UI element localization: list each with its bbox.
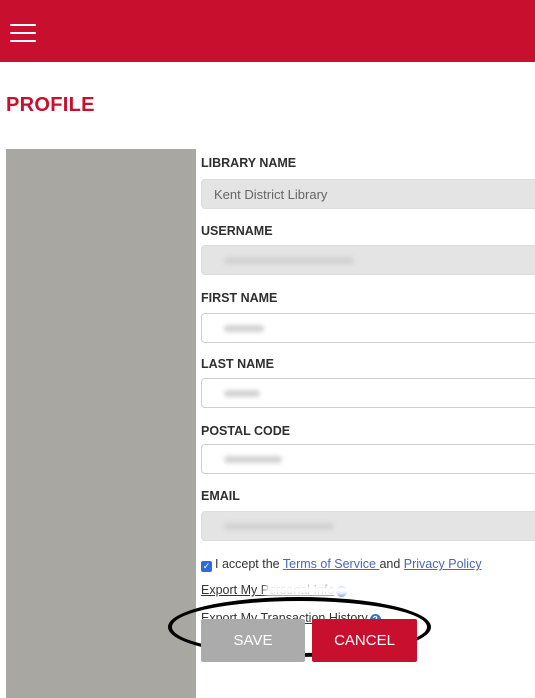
username-field[interactable] [201,245,535,275]
terms-of-service-link[interactable]: Terms of Service [283,557,380,571]
export-personal-info-row: Export My Personal Info? [201,583,361,597]
privacy-policy-link[interactable]: Privacy Policy [404,557,482,571]
first-name-field[interactable] [201,313,535,343]
terms-conjunction: and [379,557,404,571]
save-button[interactable]: SAVE [201,619,305,662]
cancel-button[interactable]: CANCEL [312,619,417,662]
page-title: PROFILE [6,94,95,116]
sidebar-panel [6,149,196,698]
last-name-label: LAST NAME [201,357,274,371]
postal-code-field[interactable] [201,444,535,474]
postal-code-label: POSTAL CODE [201,424,291,438]
library-name-label: LIBRARY NAME [201,156,297,170]
email-label: EMAIL [201,489,240,503]
username-label: USERNAME [201,224,273,238]
hamburger-menu-icon[interactable] [10,24,36,44]
last-name-field[interactable] [201,378,535,408]
terms-prefix: I accept the [215,557,283,571]
email-field[interactable] [201,511,535,541]
terms-checkbox[interactable]: ✓ [201,561,212,572]
library-name-field[interactable] [201,179,535,209]
top-app-bar [0,0,535,62]
terms-row: ✓ I accept the Terms of Service and Priva… [201,557,482,572]
profile-page: PROFILE LIBRARY NAME USERNAME FIRST NAME… [0,0,535,698]
first-name-label: FIRST NAME [201,291,278,305]
